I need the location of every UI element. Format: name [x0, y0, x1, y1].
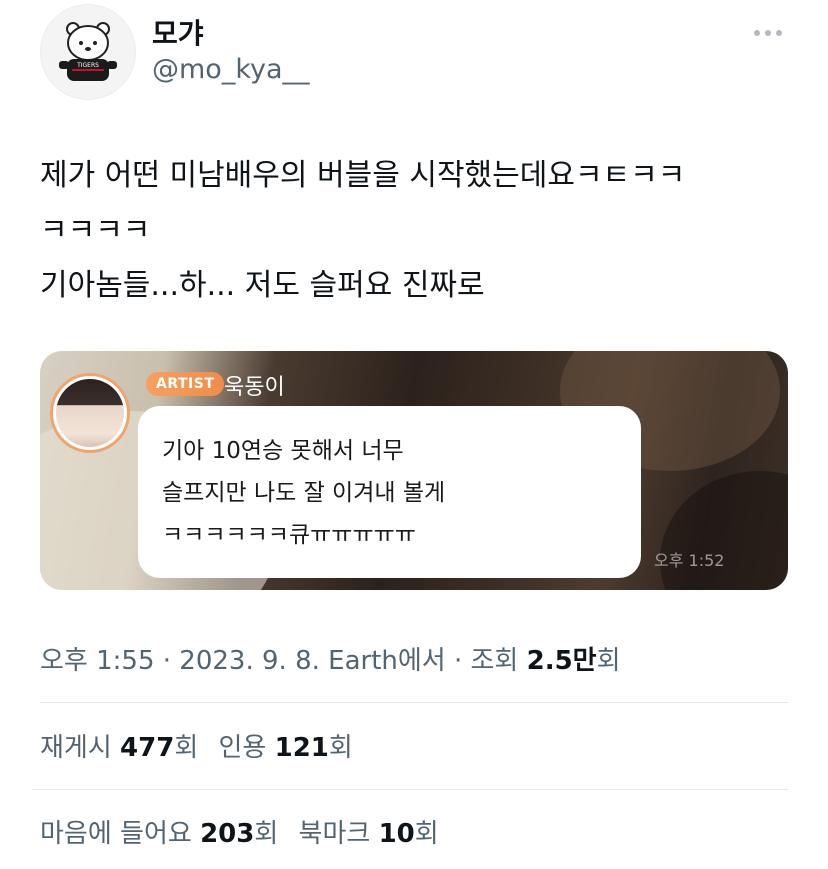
display-name[interactable]: 모갸: [152, 12, 204, 52]
message-line: 기아 10연승 못해서 너무: [162, 438, 404, 464]
more-dot: [754, 30, 760, 36]
quotes-count: 121: [274, 733, 329, 763]
avatar[interactable]: TIGERS: [40, 4, 136, 100]
message-line: ㅋㅋㅋㅋㅋㅋ큐ㅠㅠㅠㅠㅠ: [162, 522, 416, 548]
tweet-line: 제가 어떤 미남배우의 버블을 시작했는데요ㅋㅌㅋㅋ: [40, 158, 686, 193]
views-count: 2.5만: [526, 646, 597, 676]
more-dot: [776, 30, 782, 36]
retweets-label: 재게시: [40, 733, 112, 763]
avatar-bear-icon: TIGERS: [59, 22, 117, 81]
tweet-time[interactable]: 오후 1:55: [40, 646, 155, 676]
meta-separator: ·: [453, 646, 463, 676]
more-options-icon[interactable]: [754, 30, 782, 36]
likes-stat[interactable]: 마음에 들어요 203회: [40, 819, 287, 849]
tweet-text: 제가 어떤 미남배우의 버블을 시작했는데요ㅋㅌㅋㅋ ㅋㅋㅋㅋ 기아놈들...하…: [40, 148, 800, 313]
likes-unit: 회: [254, 819, 279, 849]
bookmarks-unit: 회: [414, 819, 439, 849]
media-image[interactable]: ARTIST 욱동이 기아 10연승 못해서 너무 슬프지만 나도 잘 이겨내 …: [40, 351, 788, 590]
engagement-row: 마음에 들어요 203회 북마크 10회: [40, 813, 451, 850]
retweets-unit: 회: [174, 733, 199, 763]
quotes-stat[interactable]: 인용 121회: [219, 733, 353, 763]
more-dot: [765, 30, 771, 36]
avatar-jersey-text: TIGERS: [76, 62, 99, 69]
views-label: 조회: [470, 646, 519, 676]
meta-separator: ·: [162, 646, 172, 676]
message-bubble: 기아 10연승 못해서 너무 슬프지만 나도 잘 이겨내 볼게 ㅋㅋㅋㅋㅋㅋ큐ㅠ…: [138, 406, 641, 578]
message-text: 기아 10연승 못해서 너무 슬프지만 나도 잘 이겨내 볼게 ㅋㅋㅋㅋㅋㅋ큐ㅠ…: [162, 430, 445, 556]
quotes-unit: 회: [328, 733, 353, 763]
user-handle[interactable]: @mo_kya__: [152, 54, 310, 85]
tweet-source: Earth에서: [328, 646, 446, 676]
likes-label: 마음에 들어요: [40, 819, 192, 849]
bookmarks-stat[interactable]: 북마크 10회: [299, 819, 439, 849]
divider: [32, 789, 788, 790]
artist-avatar: [50, 373, 130, 453]
artist-name: 욱동이: [224, 375, 285, 400]
tweet-meta: 오후 1:55 · 2023. 9. 8. Earth에서 · 조회 2.5만회: [40, 640, 621, 677]
divider: [40, 702, 788, 703]
tweet-date[interactable]: 2023. 9. 8.: [179, 646, 320, 676]
tweet-line: ㅋㅋㅋㅋ: [40, 213, 151, 248]
artist-photo: [56, 379, 124, 447]
media-background-shape: [660, 471, 788, 590]
views-unit: 회: [596, 646, 621, 676]
engagement-row: 재게시 477회 인용 121회: [40, 727, 365, 764]
likes-count: 203: [200, 819, 255, 849]
quotes-label: 인용: [218, 733, 267, 763]
bookmarks-label: 북마크: [298, 819, 371, 849]
tweet-line: 기아놈들...하... 저도 슬퍼요 진짜로: [40, 268, 485, 303]
retweets-count: 477: [120, 733, 175, 763]
retweets-stat[interactable]: 재게시 477회: [40, 733, 207, 763]
bookmarks-count: 10: [378, 819, 415, 849]
message-line: 슬프지만 나도 잘 이겨내 볼게: [162, 480, 446, 506]
message-time: 오후 1:52: [654, 551, 725, 570]
artist-badge: ARTIST: [146, 372, 225, 396]
